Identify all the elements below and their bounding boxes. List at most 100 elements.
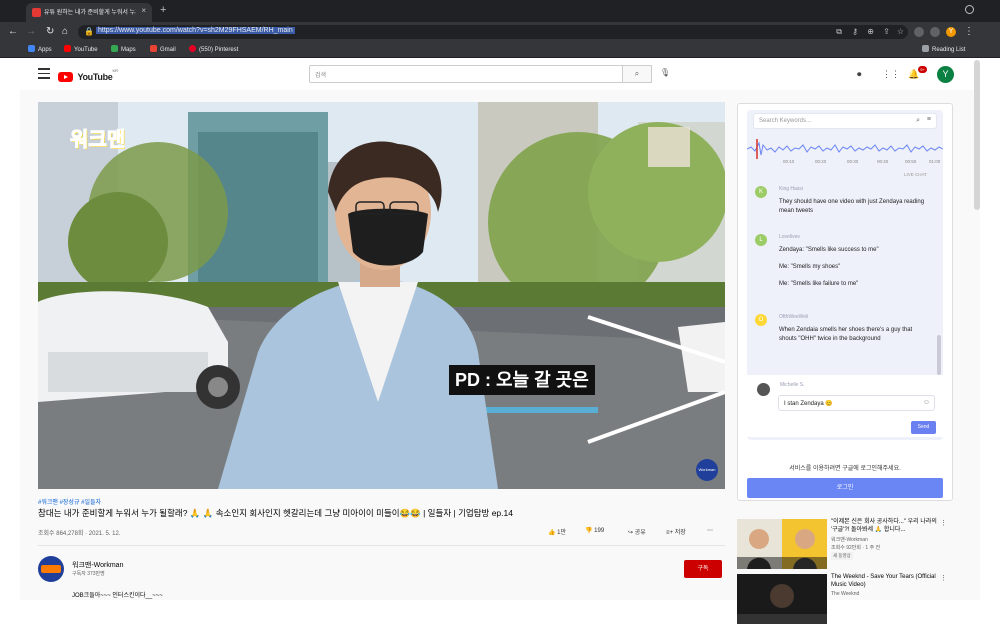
bookmark-youtube[interactable]: YouTube — [64, 45, 98, 53]
chrome-menu-icon[interactable]: ⋮ — [964, 26, 974, 37]
user-avatar — [757, 383, 770, 396]
login-button[interactable]: 로그인 — [747, 478, 943, 498]
tab-close-icon[interactable]: × — [141, 6, 146, 15]
video-hashtags[interactable]: #워크맨 #장성규 #일들자 — [38, 497, 101, 506]
login-note: 서비스를 이용하려면 구글에 로그인해주세요. — [789, 466, 901, 472]
chat-text: They should have one video with just Zen… — [779, 199, 925, 214]
live-chat-tag: LIVE CHAT — [904, 172, 927, 177]
chat-scrollbar[interactable] — [937, 335, 941, 375]
profile-avatar[interactable]: Y — [946, 27, 956, 37]
bookmark-gmail[interactable]: Gmail — [150, 45, 176, 53]
user-avatar[interactable]: Y — [937, 66, 954, 83]
recommended-video[interactable]: The Weeknd - Save Your Tears (Official M… — [737, 574, 953, 624]
keyword-search-input[interactable]: Search Keywords... ⌕ ≡ — [753, 113, 937, 129]
search-icon: ⌕ — [634, 69, 640, 78]
bookmark-star-icon[interactable]: ☆ — [897, 27, 904, 36]
lock-icon: 🔒 — [84, 27, 94, 36]
browser-toolbar: ← → ↻ ⌂ 🔒 https://www.youtube.com/watch?… — [0, 22, 1000, 42]
recommended-channel[interactable]: 워크맨-Workman — [831, 536, 868, 543]
browser-tab[interactable]: 유튜 원하는 내가 준비할게 누워서 누가... × — [26, 3, 152, 22]
browser-tab-bar: 유튜 원하는 내가 준비할게 누워서 누가... × + — [0, 0, 1000, 22]
more-options-icon[interactable]: ⋮ — [940, 574, 947, 582]
chat-input[interactable]: I stan Zendaya 😊 ☺ — [778, 395, 935, 411]
youtube-logo[interactable]: YouTubeKR — [58, 68, 118, 86]
thumbs-down-icon: 👎 — [585, 528, 593, 534]
window-menu-icon[interactable] — [965, 5, 974, 14]
recommended-title[interactable]: The Weeknd - Save Your Tears (Official M… — [831, 574, 939, 589]
chat-message: K King Hassi They should have one video … — [755, 186, 935, 226]
key-icon[interactable]: ⚷ — [852, 27, 858, 36]
video-thumbnail[interactable] — [737, 519, 827, 569]
extensions-puzzle-icon[interactable] — [914, 27, 924, 37]
page-scrollbar[interactable] — [974, 60, 980, 210]
recommended-channel[interactable]: The Weeknd — [831, 591, 859, 597]
pinterest-icon — [189, 45, 196, 52]
dislike-button[interactable]: 👎 199 — [585, 527, 604, 534]
home-icon[interactable]: ⌂ — [62, 26, 68, 37]
url-text[interactable]: https://www.youtube.com/watch?v=sh2M29FH… — [96, 27, 295, 34]
forward-arrow-icon[interactable]: → — [26, 26, 36, 37]
zoom-icon[interactable]: ⊕ — [867, 27, 874, 36]
thumbnail-image — [737, 519, 827, 569]
video-player[interactable] — [38, 102, 725, 489]
menu-icon[interactable]: ≡ — [927, 116, 931, 123]
video-title: 참대는 내가 준비할게 누워서 누가 될할래? 🙏 🙏 속소인지 회사인지 헷갈… — [38, 508, 513, 518]
chat-text: Zendaya: "Smells like success to me" Me:… — [779, 247, 879, 287]
user-avatar: O — [755, 314, 767, 326]
user-avatar: K — [755, 186, 767, 198]
recommended-video[interactable]: "이제본 신은 회사 공사하다..." 우리 나라의 '구글'?! 돌아봐세 🙏… — [737, 519, 953, 569]
search-icon[interactable]: ⌕ — [916, 117, 920, 125]
send-button[interactable]: Send — [911, 421, 936, 434]
youtube-favicon-icon — [32, 8, 41, 17]
emoji-icon[interactable]: ☺ — [923, 399, 930, 406]
back-arrow-icon[interactable]: ← — [8, 26, 18, 37]
tab-title: 유튜 원하는 내가 준비할게 누워서 누가... — [44, 10, 136, 16]
chat-message: O OfthWeeWeli When Zendaia smells her sh… — [755, 314, 935, 374]
share-arrow-icon: ↪ — [628, 530, 634, 536]
bookmark-pinterest[interactable]: (550) Pinterest — [189, 45, 238, 53]
reload-icon[interactable]: ↻ — [46, 26, 54, 37]
apps-grid-icon — [28, 45, 35, 52]
youtube-play-icon — [58, 71, 73, 82]
bookmark-maps[interactable]: Maps — [111, 45, 136, 53]
recommended-title[interactable]: "이제본 신은 회사 공사하다..." 우리 나라의 '구글'?! 돌아봐세 🙏… — [831, 519, 939, 534]
divider — [38, 545, 725, 546]
more-actions-icon[interactable]: ⋯ — [707, 527, 713, 534]
microphone-icon[interactable]: 🎙 — [660, 68, 670, 77]
thumbnail-image — [737, 574, 827, 624]
subscribe-button[interactable]: 구독 — [684, 560, 722, 578]
reading-list-button[interactable]: Reading List — [922, 45, 965, 53]
video-description: JOB크들아~~~ 인터스킨이다__~~~ — [72, 593, 163, 599]
new-tab-button[interactable]: + — [160, 4, 166, 16]
install-icon[interactable]: ⧉ — [836, 27, 842, 37]
channel-logo-overlay: 워크맨 — [69, 129, 126, 152]
like-button[interactable]: 👍 1만 — [548, 527, 566, 536]
video-thumbnail[interactable] — [737, 574, 827, 624]
user-avatar: L — [755, 234, 767, 246]
video-frame — [38, 102, 725, 489]
search-button[interactable]: ⌕ — [622, 65, 652, 83]
share-icon[interactable]: ⇪ — [883, 27, 890, 36]
channel-watermark[interactable]: Workman — [696, 459, 718, 481]
channel-avatar[interactable] — [38, 556, 64, 582]
media-control-icon[interactable] — [930, 27, 940, 37]
share-button[interactable]: ↪ 공유 — [628, 527, 646, 536]
maps-icon — [111, 45, 118, 52]
thumbs-up-icon: 👍 — [548, 530, 556, 536]
address-bar[interactable]: 🔒 https://www.youtube.com/watch?v=sh2M29… — [78, 25, 908, 39]
bookmark-apps[interactable]: Apps — [28, 45, 52, 53]
video-caption: PD : 오늘 갈 곳은 — [449, 365, 595, 395]
channel-name[interactable]: 워크맨-Workman — [72, 560, 123, 570]
reply-username: Michelle S. — [780, 382, 805, 388]
hamburger-menu-icon[interactable] — [38, 68, 50, 82]
subscriber-count: 구독자 373만명 — [72, 571, 105, 577]
more-options-icon[interactable]: ⋮ — [940, 519, 947, 527]
video-meta: 조회수 864,278회 · 2021. 5. 12. — [38, 531, 121, 537]
apps-grid-icon[interactable]: ⋮⋮ — [882, 69, 900, 80]
time-ticks: 00:10 00:20 00:30 00:40 00:50 01:00 — [783, 159, 941, 164]
notification-count-badge: 9+ — [918, 66, 927, 73]
chat-text: When Zendaia smells her shoes there's a … — [779, 327, 913, 342]
create-video-icon[interactable]: ⏺ — [857, 69, 862, 80]
save-button[interactable]: ≡+ 저장 — [666, 527, 686, 536]
search-input[interactable]: 검색 — [309, 65, 623, 83]
